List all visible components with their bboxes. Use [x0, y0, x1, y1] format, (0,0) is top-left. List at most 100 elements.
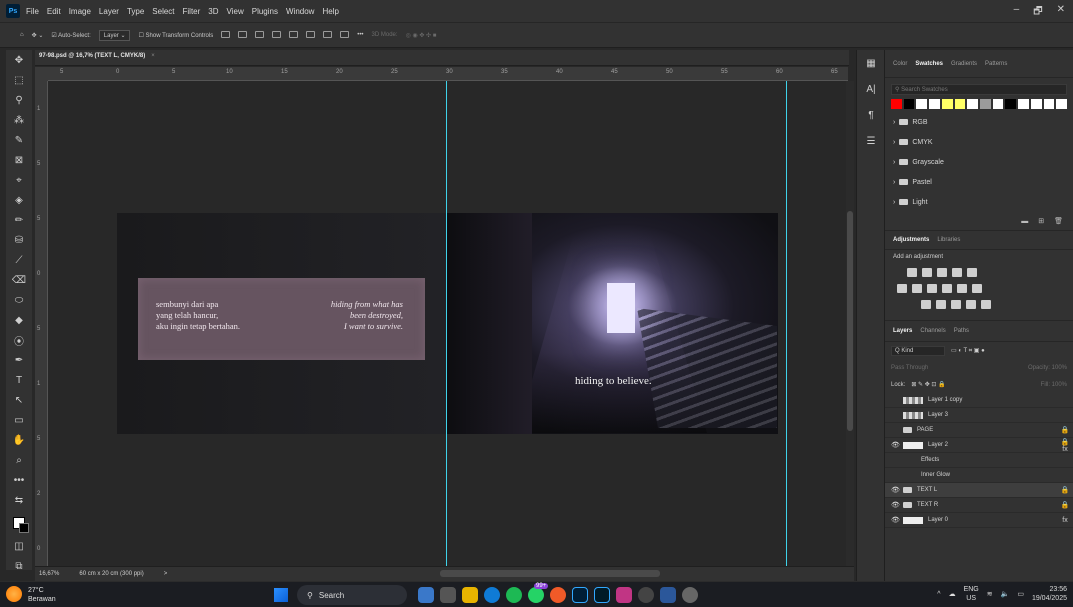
whatsapp-icon[interactable]: 99+ — [528, 583, 549, 603]
stamp-tool-icon[interactable]: ⛁ — [6, 230, 32, 250]
zoom-tool-icon[interactable]: ⌕ — [6, 450, 32, 470]
distribute-icon[interactable] — [289, 30, 299, 40]
color-lookup-icon[interactable] — [972, 283, 982, 293]
tab-adjustments[interactable]: Adjustments — [893, 237, 929, 243]
levels-icon[interactable] — [922, 267, 932, 277]
home-icon[interactable]: ⌂ — [20, 32, 24, 38]
layer-row[interactable]: Inner Glow — [885, 468, 1073, 483]
weather-icon[interactable] — [6, 586, 22, 602]
align-right-icon[interactable] — [255, 30, 265, 40]
color-swatch[interactable] — [916, 99, 928, 109]
3d-orbit-icon[interactable]: ◎ ◉ ✥ ✣ ■ — [406, 32, 437, 39]
settings-icon[interactable] — [682, 587, 698, 603]
battery-icon[interactable]: ▭ — [1017, 590, 1024, 598]
black-white-icon[interactable] — [927, 283, 937, 293]
visibility-eye-icon[interactable]: 👁 — [891, 426, 903, 434]
healing-brush-icon[interactable]: ◈ — [6, 190, 32, 210]
filter-icons[interactable]: ▭ ◐ T ⌗ ▣ ● — [951, 347, 985, 355]
distribute-center-icon[interactable] — [306, 30, 316, 40]
move-tool-icon[interactable]: ✥ ⌄ — [32, 32, 44, 39]
visibility-eye-icon[interactable]: 👁 — [891, 441, 903, 449]
tab-color[interactable]: Color — [893, 61, 907, 67]
brush-tool-icon[interactable]: ✏ — [6, 210, 32, 230]
opacity-field[interactable]: Opacity: 100% — [1028, 365, 1067, 371]
align-center-icon[interactable] — [238, 30, 248, 40]
tab-patterns[interactable]: Patterns — [985, 61, 1007, 67]
visibility-eye-icon[interactable]: 👁 — [891, 396, 903, 404]
character-panel-icon[interactable]: A| — [857, 76, 885, 102]
layer-row[interactable]: 👁 Layer 0 fx — [885, 513, 1073, 528]
color-swatch[interactable] — [929, 99, 940, 109]
color-swatch[interactable] — [903, 99, 915, 109]
color-swatch[interactable] — [941, 99, 953, 109]
widgets-app-icon[interactable] — [418, 587, 434, 603]
transform-controls-checkbox[interactable]: ☐ Show Transform Controls — [138, 32, 213, 39]
brightness-icon[interactable] — [907, 267, 917, 277]
color-swatch[interactable] — [980, 99, 991, 109]
minimize-button[interactable]: – — [1014, 4, 1020, 21]
swatch-folder-pastel[interactable]: › Pastel — [885, 172, 1073, 192]
tab-gradients[interactable]: Gradients — [951, 61, 977, 67]
distribute-right-icon[interactable] — [323, 30, 333, 40]
vertical-ruler[interactable]: 1 5 5 0 5 1 5 2 0 — [35, 81, 48, 566]
eyedropper-icon[interactable]: ✎ — [6, 130, 32, 150]
color-swatch[interactable] — [1018, 99, 1029, 109]
paragraph-panel-icon[interactable]: ¶ — [857, 102, 885, 128]
horizontal-ruler[interactable]: 5 0 5 10 15 20 25 30 35 40 45 50 55 60 6… — [48, 67, 848, 81]
dodge-tool-icon[interactable]: ⦿ — [6, 330, 32, 350]
layer-row[interactable]: 👁 Layer 2 🔒 fx — [885, 438, 1073, 453]
pen-tool-icon[interactable]: ✒ — [6, 350, 32, 370]
layer-row[interactable]: 👁 TEXT L 🔒 — [885, 483, 1073, 498]
marquee-tool-icon[interactable]: ⬚ — [6, 70, 32, 90]
photo-filter-icon[interactable] — [942, 283, 952, 293]
history-brush-icon[interactable]: ⟋ — [6, 250, 32, 270]
more-options-button[interactable]: ••• — [357, 32, 363, 38]
properties-panel-icon[interactable]: ☰ — [857, 128, 885, 154]
swap-colors-icon[interactable]: ⇆ — [6, 490, 32, 510]
word-icon[interactable] — [660, 587, 676, 603]
guide-line[interactable] — [446, 81, 447, 566]
layer-row[interactable]: 👁 PAGE 🔒 — [885, 423, 1073, 438]
frame-tool-icon[interactable]: ⊠ — [6, 150, 32, 170]
windows-start-icon[interactable] — [274, 588, 288, 602]
tab-libraries[interactable]: Libraries — [937, 237, 960, 243]
new-swatch-icon[interactable]: ⊞ — [1038, 217, 1044, 225]
curves-icon[interactable] — [937, 267, 947, 277]
menu-plugins[interactable]: Plugins — [252, 7, 278, 16]
visibility-eye-icon[interactable]: 👁 — [891, 486, 903, 494]
vibrance-icon[interactable] — [967, 267, 977, 277]
posterize-icon[interactable] — [936, 299, 946, 309]
color-swatch[interactable] — [891, 99, 902, 109]
clock[interactable]: 23:56 19/04/2025 — [1032, 585, 1067, 603]
history-panel-icon[interactable]: ▦ — [857, 50, 885, 76]
move-tool-icon[interactable]: ✥ — [6, 50, 32, 70]
volume-icon[interactable]: 🔈 — [1001, 590, 1010, 598]
text-box[interactable]: sembunyi dari apa yang telah hancur, aku… — [138, 278, 425, 360]
color-swatch[interactable] — [954, 99, 966, 109]
screen-mode-icon[interactable]: ⧉ — [6, 556, 32, 576]
visibility-eye-icon[interactable]: 👁 — [891, 516, 903, 524]
color-swatch[interactable] — [1030, 99, 1042, 109]
align-bottom-icon[interactable] — [340, 30, 350, 40]
document-tab[interactable]: 97-98.psd @ 16,7% (TEXT L, CMYK/8) × — [39, 53, 155, 59]
blend-mode-dropdown[interactable]: Pass Through — [891, 365, 928, 371]
color-swatch[interactable] — [1056, 99, 1068, 109]
close-tab-icon[interactable]: × — [151, 53, 155, 59]
onedrive-icon[interactable]: ☁ — [949, 590, 956, 598]
document-canvas[interactable]: sembunyi dari apa yang telah hancur, aku… — [117, 213, 778, 434]
lightroom-app-icon[interactable] — [594, 587, 610, 603]
threshold-icon[interactable] — [951, 299, 961, 309]
align-top-icon[interactable] — [272, 30, 282, 40]
photoshop-app-icon[interactable] — [572, 587, 588, 603]
crop-tool-icon[interactable]: ⌖ — [6, 170, 32, 190]
tab-paths[interactable]: Paths — [954, 328, 969, 334]
group-folder-icon[interactable] — [903, 502, 912, 508]
menu-help[interactable]: Help — [322, 7, 338, 16]
new-folder-icon[interactable]: ▬ — [1021, 218, 1028, 225]
menu-window[interactable]: Window — [286, 7, 314, 16]
quick-mask-icon[interactable]: ◫ — [6, 536, 32, 556]
tray-expand-icon[interactable]: ^ — [937, 591, 940, 598]
color-swatch[interactable] — [1005, 99, 1017, 109]
hand-tool-icon[interactable]: ✋ — [6, 430, 32, 450]
color-swatch[interactable] — [992, 99, 1004, 109]
